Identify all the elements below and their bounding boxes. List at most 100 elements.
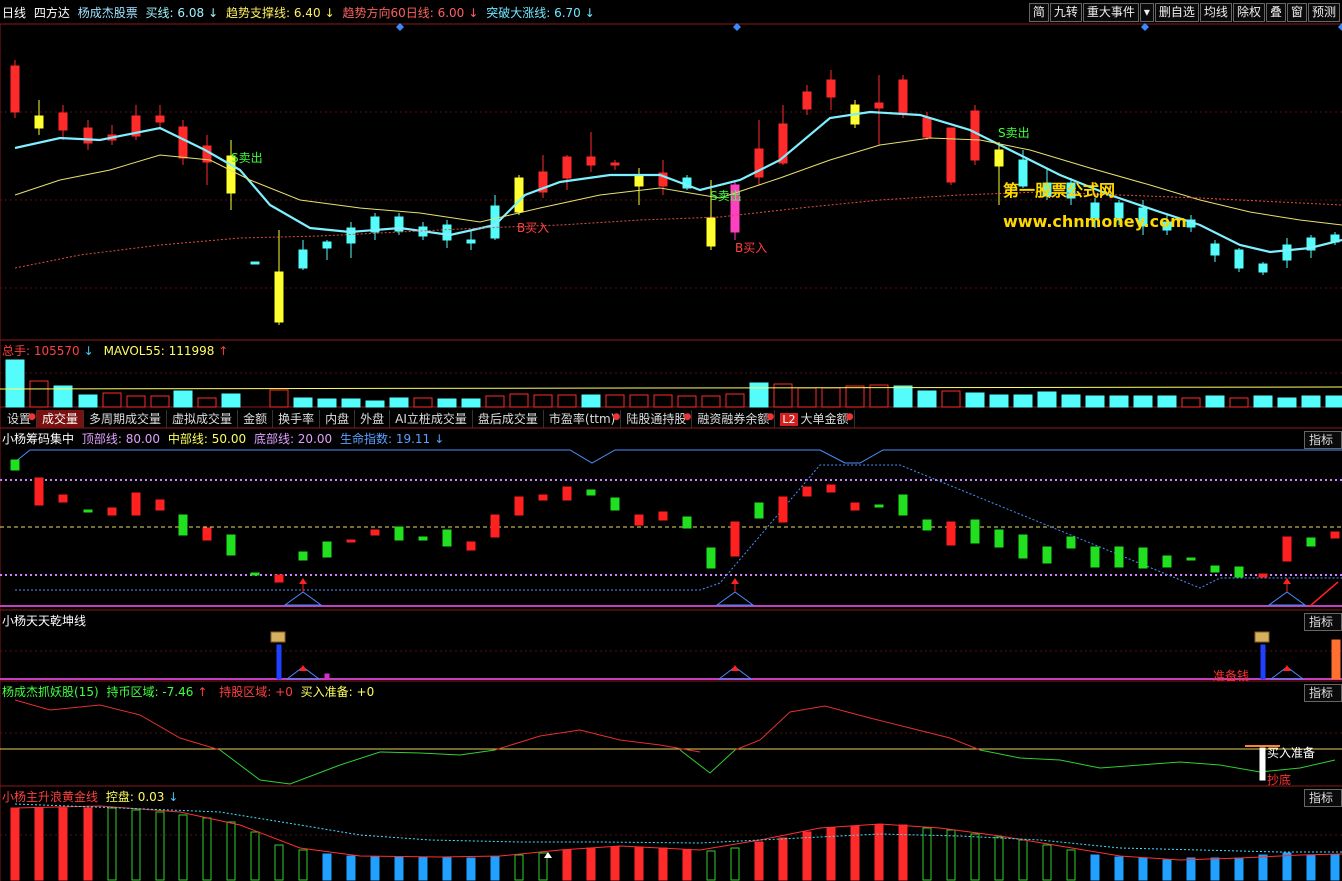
golden-bar	[778, 837, 788, 881]
demon-panel-info-button[interactable]: 指标说明	[1304, 684, 1342, 702]
golden-line-dashed	[14, 803, 1342, 853]
chip-bar	[562, 486, 572, 501]
volume-bar	[1133, 395, 1153, 408]
chip-bar	[802, 486, 812, 497]
golden-bar	[1234, 857, 1244, 881]
chip-bar	[730, 521, 740, 557]
volume-bar	[1205, 395, 1225, 408]
golden-bar	[250, 831, 260, 881]
tab-outer-volume[interactable]: 外盘	[355, 410, 391, 428]
golden-bar	[1258, 854, 1268, 881]
candle-body	[178, 126, 188, 159]
tab-after-hours-volume[interactable]: 盘后成交量	[473, 410, 544, 428]
candle-body	[1258, 263, 1268, 273]
buy-ready-value: 买入准备: +0	[300, 685, 375, 699]
chip-bar	[322, 541, 332, 558]
golden-bar	[1162, 859, 1172, 881]
chip-bar	[994, 529, 1004, 548]
triangle-marker	[1267, 591, 1307, 606]
volume-bar	[78, 394, 98, 408]
hold-stock-line	[734, 705, 981, 751]
golden-bar	[1186, 857, 1196, 881]
demon-panel-header: 杨成杰抓妖股(15) 持币区域: -7.46 ↑ 持股区域: +0 买入准备: +…	[2, 684, 378, 700]
volume-bar	[173, 390, 193, 408]
bottom-line-value: 底部线: 20.00	[253, 432, 333, 446]
golden-panel-title[interactable]: 小杨主升浪黄金线	[2, 790, 98, 804]
golden-bar	[274, 844, 284, 881]
chip-panel-info-button[interactable]: 指标说明	[1304, 431, 1342, 449]
tab-dot-icon: ●	[766, 412, 775, 422]
tab-margin-balance-label: 融资融券余额	[697, 412, 770, 426]
candle-body	[874, 102, 884, 109]
control-arrow: ↓	[168, 790, 179, 804]
candle-body	[1210, 243, 1220, 256]
chip-bar	[370, 529, 380, 536]
golden-bar	[107, 807, 117, 881]
tab-inner-volume[interactable]: 内盘	[320, 410, 356, 428]
chip-bar	[1090, 546, 1100, 568]
tab-virtual-volume[interactable]: 虚拟成交量	[167, 410, 239, 428]
volume-bar	[605, 394, 625, 408]
tab-virtual-volume-label: 虚拟成交量	[172, 412, 233, 426]
chip-panel-title[interactable]: 小杨筹码集中	[2, 432, 74, 446]
chip-bar	[634, 514, 644, 526]
qiankun-panel-title[interactable]: 小杨天天乾坤线	[2, 614, 86, 628]
chip-bar	[346, 539, 356, 543]
demon-panel-title[interactable]: 杨成杰抓妖股(15)	[2, 685, 99, 699]
chip-bar	[682, 516, 692, 529]
chip-bar	[1282, 536, 1292, 562]
tab-multi-period-volume[interactable]: 多周期成交量	[84, 410, 168, 428]
chip-bar	[874, 504, 884, 508]
volume-bar	[413, 397, 433, 408]
tab-dot-icon: ●	[683, 412, 692, 422]
triangle-marker	[283, 591, 323, 606]
tab-big-order[interactable]: L2 大单金额 ●	[775, 410, 855, 428]
chip-bar	[418, 536, 428, 541]
tab-multi-period-volume-label: 多周期成交量	[89, 412, 162, 426]
golden-bar	[658, 847, 668, 881]
golden-bar	[1114, 856, 1124, 881]
golden-bar	[394, 856, 404, 881]
chip-bar	[706, 547, 716, 569]
total-volume-text: 总手: 105570	[2, 344, 80, 358]
qiankun-panel-info-button[interactable]: 指标说明	[1304, 613, 1342, 631]
volume-bar	[725, 393, 745, 408]
mavol-value: MAVOL55: 111998 ↑	[104, 344, 233, 358]
golden-bar	[131, 809, 141, 881]
candle-body	[994, 149, 1004, 167]
chip-bar	[922, 519, 932, 531]
tab-margin-balance[interactable]: 融资融券余额 ●	[692, 410, 776, 428]
tab-amount[interactable]: 金额	[238, 410, 274, 428]
golden-bar	[10, 807, 20, 881]
tab-turnover[interactable]: 换手率	[273, 410, 321, 428]
golden-bar	[634, 846, 644, 881]
golden-bar	[34, 807, 44, 881]
golden-panel-info-button[interactable]: 指标说明	[1304, 789, 1342, 807]
chip-bar	[946, 521, 956, 546]
candle-body	[946, 127, 956, 183]
golden-bar	[1042, 844, 1052, 881]
tab-pe-ttm[interactable]: 市盈率(ttm) ●	[544, 410, 622, 428]
volume-bar	[797, 387, 817, 408]
volume-bar	[389, 397, 409, 408]
golden-bar	[1210, 857, 1220, 881]
volume-bar	[5, 359, 25, 408]
tab-inner-volume-label: 内盘	[325, 412, 350, 426]
control-text: 控盘: 0.03	[105, 790, 165, 804]
watermark-title: 第一股票公式网	[1003, 181, 1116, 200]
sign-icon	[270, 631, 286, 643]
volume-bar	[677, 395, 697, 408]
volume-bar	[221, 393, 241, 408]
up-arrow-icon	[1283, 665, 1291, 671]
sell-signal-2: S卖出	[710, 189, 742, 203]
tab-ai-volume[interactable]: AI立桩成交量	[390, 410, 473, 428]
candle-body	[634, 175, 644, 187]
tab-stock-connect[interactable]: 陆股通持股 ●	[621, 410, 693, 428]
tab-dot-icon: ●	[612, 412, 621, 422]
volume-bar	[917, 390, 937, 408]
golden-bar	[1330, 854, 1340, 881]
tab-volume[interactable]: 成交量	[37, 410, 85, 428]
chip-bar	[1018, 534, 1028, 559]
tab-settings[interactable]: 设置 ●	[2, 410, 38, 428]
up-arrow-icon	[731, 578, 739, 584]
